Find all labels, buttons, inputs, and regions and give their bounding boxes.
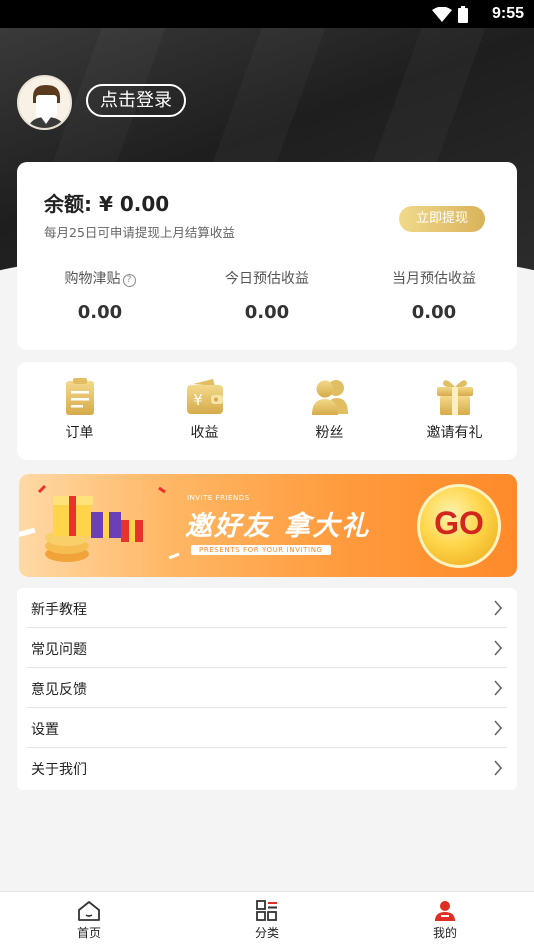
tab-category[interactable]: 分类 <box>178 892 356 949</box>
banner-headline: 邀好友 拿大礼 <box>185 511 371 542</box>
list-item-label: 新手教程 <box>31 602 87 618</box>
wallet-icon: ¥ <box>186 379 223 414</box>
menu-label: 收益 <box>190 425 219 441</box>
gift-boxes-illustration <box>19 484 180 562</box>
stat-value: 0.00 <box>244 302 290 323</box>
list-item-label: 设置 <box>31 722 59 738</box>
balance-card: 余额: ¥ 0.00 每月25日可申请提现上月结算收益 立即提现 购物津贴? 0… <box>17 162 517 350</box>
wifi-icon <box>432 6 452 22</box>
category-icon <box>256 900 277 921</box>
menu-label: 邀请有礼 <box>426 425 483 441</box>
settings-list: 新手教程 常见问题 意见反馈 设置 关于我们 <box>17 588 517 790</box>
list-item-settings[interactable]: 设置 <box>17 708 517 748</box>
svg-text:¥: ¥ <box>193 391 203 409</box>
status-bar: 9:55 <box>0 0 534 28</box>
tab-label: 首页 <box>76 926 101 940</box>
profile-icon <box>435 901 455 921</box>
stat-label: 当月预估收益 <box>392 271 476 287</box>
balance-subtitle: 每月25日可申请提现上月结算收益 <box>44 225 235 240</box>
banner-small-text: INVITE FRIENDS <box>187 494 250 502</box>
quick-menu: 订单 ¥ 收益 粉丝 邀请有礼 <box>17 362 517 460</box>
stat-value: 0.00 <box>77 302 123 323</box>
invite-banner[interactable]: INVITE FRIENDS 邀好友 拿大礼 PRESENTS FOR YOUR… <box>19 474 517 577</box>
banner-presents-text: PRESENTS FOR YOUR INVITING <box>191 545 331 555</box>
stat-month-estimate[interactable]: 当月预估收益 0.00 <box>359 268 509 323</box>
login-button[interactable]: 点击登录 <box>86 84 186 117</box>
stat-shopping-allowance[interactable]: 购物津贴? 0.00 <box>25 268 175 323</box>
list-item-label: 意见反馈 <box>31 682 87 698</box>
tab-label: 分类 <box>254 926 279 940</box>
menu-item-invite[interactable]: 邀请有礼 <box>392 362 517 460</box>
list-item-about[interactable]: 关于我们 <box>17 748 517 788</box>
menu-item-orders[interactable]: 订单 <box>17 362 142 460</box>
users-icon <box>311 380 348 415</box>
menu-label: 订单 <box>65 425 94 441</box>
chevron-right-icon <box>494 640 503 656</box>
stat-value: 0.00 <box>411 302 457 323</box>
list-item-label: 关于我们 <box>31 762 87 778</box>
chevron-right-icon <box>494 680 503 696</box>
chevron-right-icon <box>494 600 503 616</box>
chevron-right-icon <box>494 760 503 776</box>
gift-icon <box>436 380 473 415</box>
menu-label: 粉丝 <box>315 425 344 441</box>
stat-label: 购物津贴 <box>64 271 121 287</box>
stat-today-estimate[interactable]: 今日预估收益 0.00 <box>192 268 342 323</box>
go-label: GO <box>434 505 484 541</box>
chevron-right-icon <box>494 720 503 736</box>
list-item-faq[interactable]: 常见问题 <box>17 628 517 668</box>
bottom-tab-bar: 首页 分类 我的 <box>0 891 534 949</box>
status-icons <box>432 6 468 23</box>
home-icon <box>78 901 100 921</box>
stat-label: 今日预估收益 <box>225 271 309 287</box>
balance-title: 余额: ¥ 0.00 <box>44 192 170 216</box>
list-item-feedback[interactable]: 意见反馈 <box>17 668 517 708</box>
tab-mine[interactable]: 我的 <box>356 892 534 949</box>
clipboard-icon <box>65 378 94 415</box>
menu-item-earnings[interactable]: ¥ 收益 <box>142 362 267 460</box>
list-item-label: 常见问题 <box>31 642 87 658</box>
go-button[interactable]: GO <box>417 484 501 568</box>
tab-label: 我的 <box>432 926 457 940</box>
avatar[interactable] <box>17 75 72 130</box>
withdraw-button[interactable]: 立即提现 <box>399 206 485 232</box>
status-time: 9:55 <box>491 5 524 22</box>
list-item-tutorial[interactable]: 新手教程 <box>17 588 517 628</box>
help-icon[interactable]: ? <box>122 274 136 287</box>
menu-item-fans[interactable]: 粉丝 <box>267 362 392 460</box>
tab-home[interactable]: 首页 <box>0 892 178 949</box>
battery-icon <box>458 6 468 23</box>
